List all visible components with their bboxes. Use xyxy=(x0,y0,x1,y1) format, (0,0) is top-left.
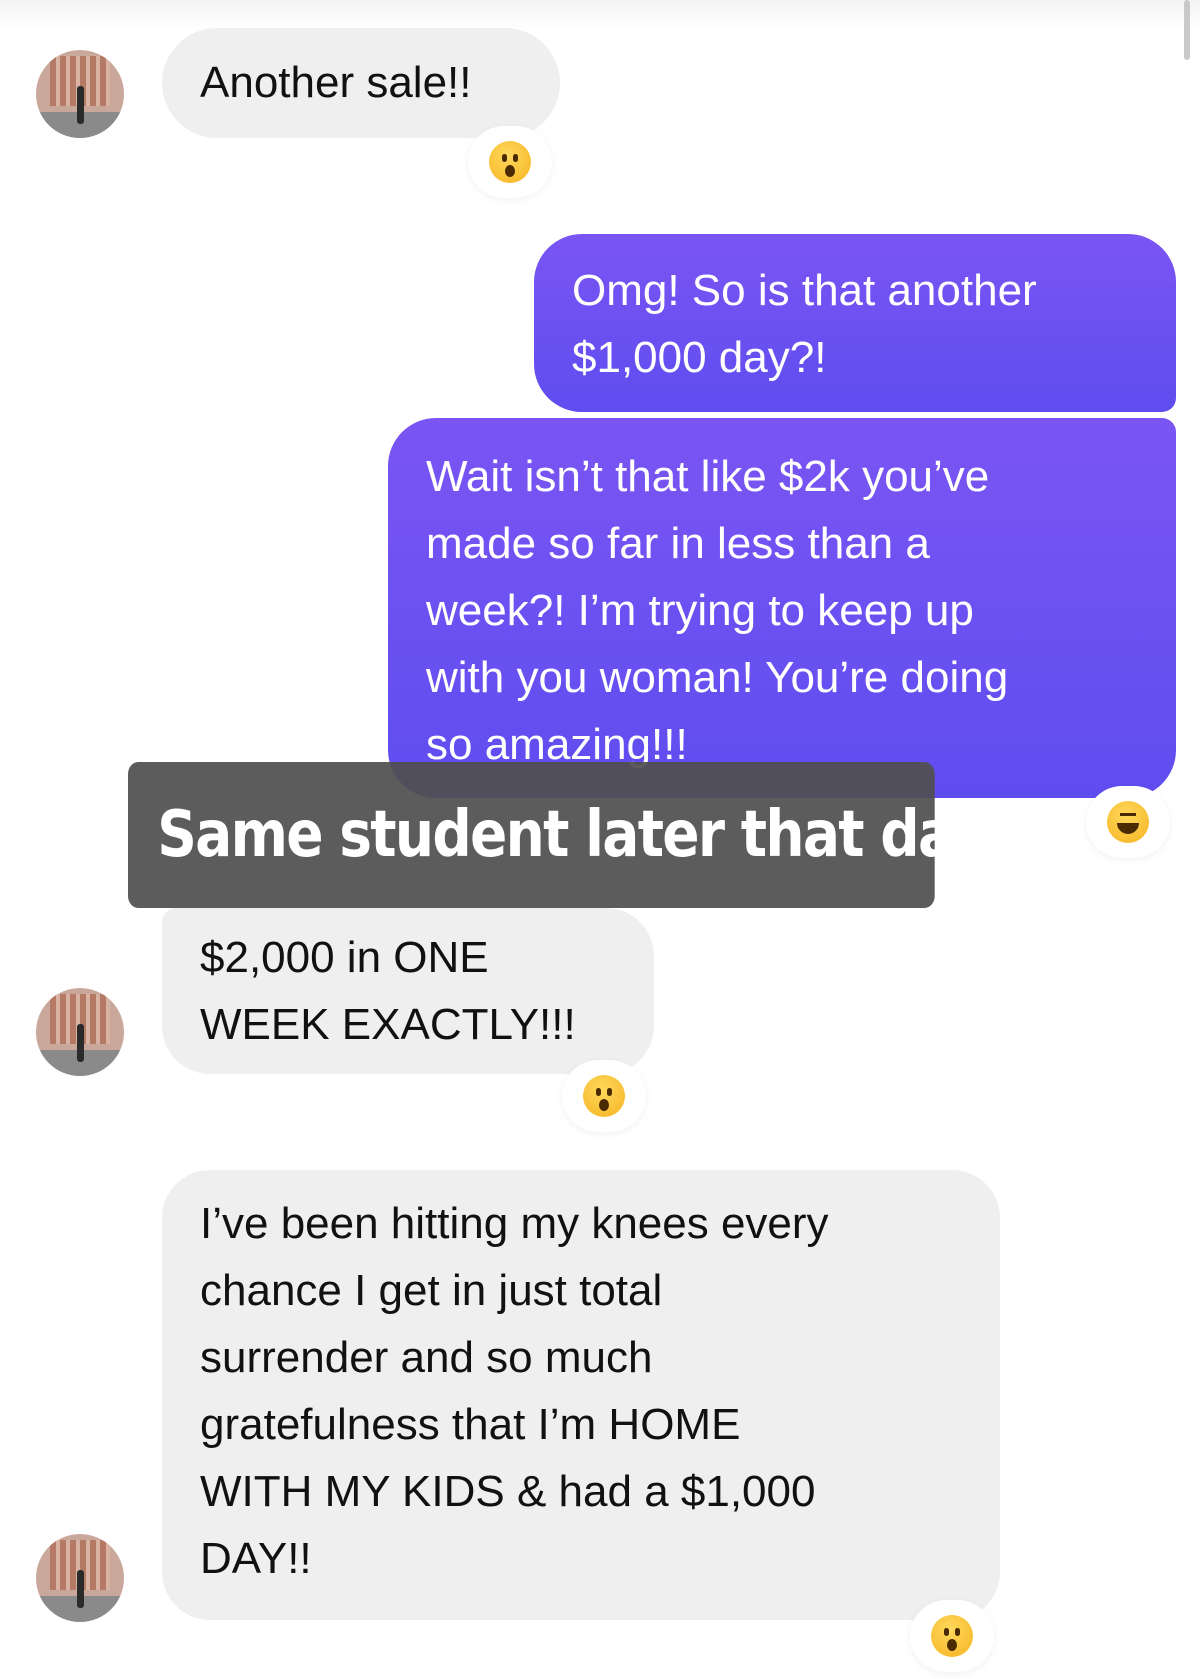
reaction-badge[interactable] xyxy=(910,1600,994,1672)
message-line: with you woman! You’re doing xyxy=(426,653,1009,702)
surprised-face-icon xyxy=(489,141,531,183)
message-bubble-incoming[interactable]: Another sale!! xyxy=(162,28,560,138)
message-bubble-incoming[interactable]: $2,000 in ONE WEEK EXACTLY!!! xyxy=(162,908,654,1074)
avatar-person xyxy=(77,1570,84,1608)
message-line: WITH MY KIDS & had a $1,000 xyxy=(200,1467,816,1516)
message-line: DAY!! xyxy=(200,1534,312,1583)
message-bubble-outgoing[interactable]: Omg! So is that another $1,000 day?! xyxy=(534,234,1176,412)
message-line: WEEK EXACTLY!!! xyxy=(200,1000,576,1049)
message-line: $2,000 in ONE xyxy=(200,933,489,982)
avatar-person xyxy=(77,86,84,124)
top-fade xyxy=(0,0,1200,30)
message-line: Omg! So is that another xyxy=(572,266,1037,315)
avatar-person xyxy=(77,1024,84,1062)
avatar[interactable] xyxy=(36,1534,124,1622)
scrollbar[interactable] xyxy=(1184,0,1190,60)
avatar[interactable] xyxy=(36,988,124,1076)
message-line: $1,000 day?! xyxy=(572,333,827,382)
surprised-face-icon xyxy=(931,1615,973,1657)
message-line: week?! I’m trying to keep up xyxy=(426,586,974,635)
message-line: Wait isn’t that like $2k you’ve xyxy=(426,452,990,501)
message-bubble-outgoing[interactable]: Wait isn’t that like $2k you’ve made so … xyxy=(388,418,1176,798)
message-line: I’ve been hitting my knees every xyxy=(200,1199,829,1248)
avatar[interactable] xyxy=(36,50,124,138)
message-line: surrender and so much xyxy=(200,1333,653,1382)
reaction-badge[interactable] xyxy=(562,1060,646,1132)
message-text: Another sale!! xyxy=(200,58,472,107)
story-caption-overlay: Same student later that day! xyxy=(128,762,1011,908)
message-line: made so far in less than a xyxy=(426,519,930,568)
message-line: chance I get in just total xyxy=(200,1266,663,1315)
surprised-face-icon xyxy=(583,1075,625,1117)
reaction-badge[interactable] xyxy=(468,126,552,198)
caption-text: Same student later that day! xyxy=(157,798,1011,872)
reaction-badge[interactable] xyxy=(1086,786,1170,858)
message-bubble-incoming[interactable]: I’ve been hitting my knees every chance … xyxy=(162,1170,1000,1620)
laughing-face-icon xyxy=(1107,801,1149,843)
message-line: gratefulness that I’m HOME xyxy=(200,1400,741,1449)
